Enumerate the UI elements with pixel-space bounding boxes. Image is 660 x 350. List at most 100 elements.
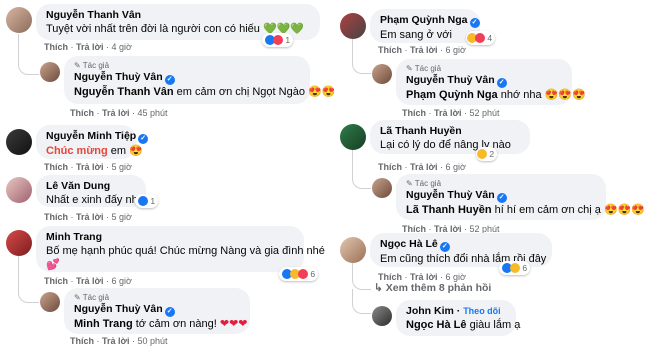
like-reaction-icon xyxy=(138,196,148,206)
verified-icon: ✓ xyxy=(439,242,450,252)
comment-text: giàu lắm ạ xyxy=(466,319,521,331)
like-button[interactable]: Thích xyxy=(378,272,402,282)
follow-button[interactable]: Theo dõi xyxy=(463,306,501,316)
reaction-count[interactable]: 6 xyxy=(499,261,531,275)
commenter-name[interactable]: Ngọc Hà Lê ✓ xyxy=(380,238,542,252)
avatar[interactable] xyxy=(40,292,60,312)
timestamp[interactable]: 45 phút xyxy=(137,108,167,118)
reply-button[interactable]: Trả lời xyxy=(76,276,103,286)
comment-text: em cảm ơn chị Ngọt Ngào xyxy=(173,86,309,98)
timestamp[interactable]: 52 phút xyxy=(469,108,499,118)
like-button[interactable]: Thích xyxy=(44,42,68,52)
comment-bubble: Lã Thanh Huyền Lại có lý do để nâng ly n… xyxy=(370,120,530,154)
commenter-name[interactable]: John Kim · Theo dõi xyxy=(406,305,506,318)
like-button[interactable]: Thích xyxy=(70,108,94,118)
reply-bubble: John Kim · Theo dõi Ngọc Hà Lê giàu lắm … xyxy=(396,300,520,336)
comment-text: tớ cảm ơn nàng! xyxy=(132,318,220,330)
reply-arrow-icon: ↳ xyxy=(374,282,383,294)
timestamp[interactable]: 5 giờ xyxy=(111,162,131,172)
avatar[interactable] xyxy=(6,129,32,155)
timestamp[interactable]: 50 phút xyxy=(137,336,167,346)
reply-button[interactable]: Trả lời xyxy=(102,108,129,118)
thread-line xyxy=(352,39,371,74)
comment-actions: Thích · Trả lời · 45 phút xyxy=(70,108,168,118)
commenter-name[interactable]: Nguyễn Thuỳ Vân ✓ xyxy=(74,71,300,85)
commenter-name[interactable]: Nguyễn Thuỳ Vân ✓ xyxy=(74,303,240,317)
comment-actions: Thích · Trả lời · 5 giờ xyxy=(44,162,132,172)
reply-button[interactable]: Trả lời xyxy=(410,162,437,172)
reply-bubble: ✎ Tác giả Nguyễn Thuỳ Vân ✓ Nguyễn Thanh … xyxy=(64,56,335,104)
thread-line xyxy=(352,150,371,189)
commenter-name[interactable]: Lã Thanh Huyền xyxy=(380,125,520,138)
reply-button[interactable]: Trả lời xyxy=(102,336,129,346)
commenter-name[interactable]: Nguyễn Thanh Vân xyxy=(46,9,310,22)
commenter-name[interactable]: Minh Trang xyxy=(46,231,294,244)
commenter-name[interactable]: Nguyễn Thuỳ Vân ✓ xyxy=(406,74,562,88)
mention-link[interactable]: Minh Trang xyxy=(74,318,133,330)
commenter-name[interactable]: Lê Văn Dung xyxy=(46,180,136,193)
comment-text: Nhất e xinh đấy nha xyxy=(46,194,144,206)
love-reaction-icon xyxy=(298,269,308,279)
thread-line xyxy=(352,263,371,290)
timestamp[interactable]: 6 giờ xyxy=(111,276,131,286)
mention-link[interactable]: Phạm Quỳnh Nga xyxy=(406,89,498,101)
avatar[interactable] xyxy=(6,230,32,256)
heart-eyes-emoji: 😍😍😍 xyxy=(544,89,586,101)
heart-eyes-emoji: 😍 xyxy=(129,145,143,157)
avatar[interactable] xyxy=(372,178,392,198)
reply-button[interactable]: Trả lời xyxy=(410,272,437,282)
reply-button[interactable]: Trả lời xyxy=(434,108,461,118)
avatar[interactable] xyxy=(40,62,60,82)
love-reaction-icon xyxy=(475,33,485,43)
comment-actions: Thích · Trả lời · 5 giờ xyxy=(44,212,132,222)
reaction-count[interactable]: 4 xyxy=(466,31,496,45)
reply-button[interactable]: Trả lời xyxy=(76,162,103,172)
mention-link[interactable]: Nguyễn Thanh Vân xyxy=(74,86,174,98)
timestamp[interactable]: 6 giờ xyxy=(445,162,465,172)
mention-link[interactable]: Lã Thanh Huyền xyxy=(406,204,492,216)
like-button[interactable]: Thích xyxy=(44,162,68,172)
red-heart-emoji: ❤❤❤ xyxy=(219,318,248,330)
verified-icon: ✓ xyxy=(164,75,175,85)
commenter-name[interactable]: Nguyễn Minh Tiệp ✓ xyxy=(46,130,149,144)
like-button[interactable]: Thích xyxy=(378,45,402,55)
comment-text: hí hí em cảm ơn chị ạ xyxy=(491,204,604,216)
reaction-count[interactable]: 1 xyxy=(135,194,159,208)
reaction-count[interactable]: 2 xyxy=(476,147,498,161)
reply-button[interactable]: Trả lời xyxy=(410,45,437,55)
avatar[interactable] xyxy=(6,7,32,33)
reply-button[interactable]: Trả lời xyxy=(76,212,103,222)
timestamp[interactable]: 5 giờ xyxy=(111,212,131,222)
like-button[interactable]: Thích xyxy=(44,276,68,286)
like-button[interactable]: Thích xyxy=(378,162,402,172)
avatar[interactable] xyxy=(340,13,366,39)
like-button[interactable]: Thích xyxy=(402,108,426,118)
avatar[interactable] xyxy=(372,64,392,84)
like-button[interactable]: Thích xyxy=(44,212,68,222)
timestamp[interactable]: 4 giờ xyxy=(111,42,131,52)
reaction-count[interactable]: 1 xyxy=(262,33,294,47)
comment-bubble: Minh Trang Bố mẹ hạnh phúc quá! Chúc mừn… xyxy=(36,226,325,272)
avatar[interactable] xyxy=(340,124,366,150)
avatar[interactable] xyxy=(372,306,392,326)
reply-button[interactable]: Trả lời xyxy=(76,42,103,52)
two-hearts-emoji: 💕 xyxy=(46,259,60,271)
avatar[interactable] xyxy=(340,237,366,263)
comment-actions: Thích · Trả lời · 50 phút xyxy=(70,336,168,346)
heart-eyes-emoji: 😍😍 xyxy=(308,86,336,98)
view-more-replies-button[interactable]: ↳ Xem thêm 8 phản hồi xyxy=(374,282,491,294)
reaction-count[interactable]: 6 xyxy=(279,267,319,281)
timestamp[interactable]: 6 giờ xyxy=(445,45,465,55)
timestamp[interactable]: 6 giờ xyxy=(445,272,465,282)
comment-text: Tuyệt vời nhất trên đời là người con có … xyxy=(46,23,260,35)
haha-reaction-icon xyxy=(477,149,487,159)
commenter-name[interactable]: Nguyễn Thuỳ Vân ✓ xyxy=(406,189,596,203)
mention-link[interactable]: Ngọc Hà Lê xyxy=(406,319,467,331)
comment-actions: Thích · Trả lời · 6 giờ xyxy=(378,45,466,55)
commenter-name[interactable]: Phạm Quỳnh Nga ✓ xyxy=(380,14,480,28)
avatar[interactable] xyxy=(6,177,32,203)
author-badge: ✎ Tác giả xyxy=(406,179,442,188)
like-button[interactable]: Thích xyxy=(70,336,94,346)
comment-actions: Thích · Trả lời · 6 giờ xyxy=(44,276,132,286)
comment-bubble: Phạm Quỳnh Nga ✓ Em sang ở với xyxy=(370,9,480,43)
